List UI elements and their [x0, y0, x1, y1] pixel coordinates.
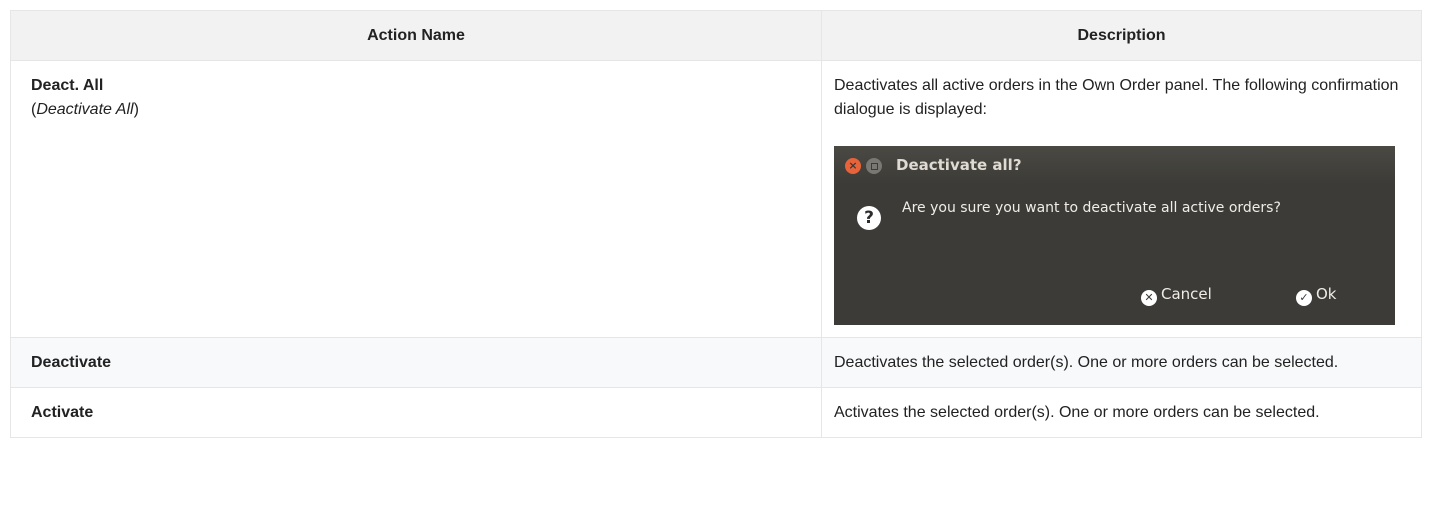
action-full-name-text: Deactivate All: [36, 101, 134, 118]
table-row: Activate Activates the selected order(s)…: [10, 387, 1422, 438]
description-cell: Deactivates all active orders in the Own…: [821, 60, 1422, 338]
action-description: Deactivates the selected order(s). One o…: [834, 354, 1339, 371]
x-circle-icon: ✕: [1141, 290, 1157, 306]
action-name-cell: Deactivate: [10, 337, 822, 388]
ok-label: Ok: [1316, 285, 1337, 303]
action-name: Deactivate: [31, 354, 112, 371]
paren-close: ): [133, 101, 139, 118]
cancel-button[interactable]: ✕ Cancel: [1141, 282, 1212, 306]
action-name-cell: Deact. All (Deactivate All): [10, 60, 822, 338]
action-name-cell: Activate: [10, 387, 822, 438]
check-circle-icon: ✓: [1296, 290, 1312, 306]
question-icon: ?: [857, 206, 881, 230]
action-description: Deactivates all active orders in the Own…: [834, 77, 1399, 118]
actions-table: Action Name Description Deact. All (Deac…: [10, 10, 1422, 438]
action-description: Activates the selected order(s). One or …: [834, 404, 1320, 421]
action-name: Activate: [31, 404, 94, 421]
dialog-titlebar: × Deactivate all?: [834, 146, 1395, 185]
cancel-label: Cancel: [1161, 285, 1212, 303]
action-name: Deact. All: [31, 77, 104, 94]
table-header-row: Action Name Description: [10, 10, 1422, 61]
description-cell: Activates the selected order(s). One or …: [821, 387, 1422, 438]
dialog-title: Deactivate all?: [896, 156, 1022, 174]
header-action-name: Action Name: [10, 10, 822, 61]
action-full-name: (Deactivate All): [31, 98, 803, 122]
description-cell: Deactivates the selected order(s). One o…: [821, 337, 1422, 388]
close-icon[interactable]: ×: [845, 158, 861, 174]
table-row: Deactivate Deactivates the selected orde…: [10, 337, 1422, 388]
header-description: Description: [821, 10, 1422, 61]
dialog-body: ? Are you sure you want to deactivate al…: [834, 185, 1395, 325]
table-row: Deact. All (Deactivate All) Deactivates …: [10, 60, 1422, 338]
dialog-message: Are you sure you want to deactivate all …: [902, 200, 1281, 216]
confirmation-dialog-screenshot: × Deactivate all? ? Are you sure you wan…: [834, 146, 1395, 325]
maximize-icon[interactable]: [866, 158, 882, 174]
ok-button[interactable]: ✓ Ok: [1296, 282, 1337, 306]
